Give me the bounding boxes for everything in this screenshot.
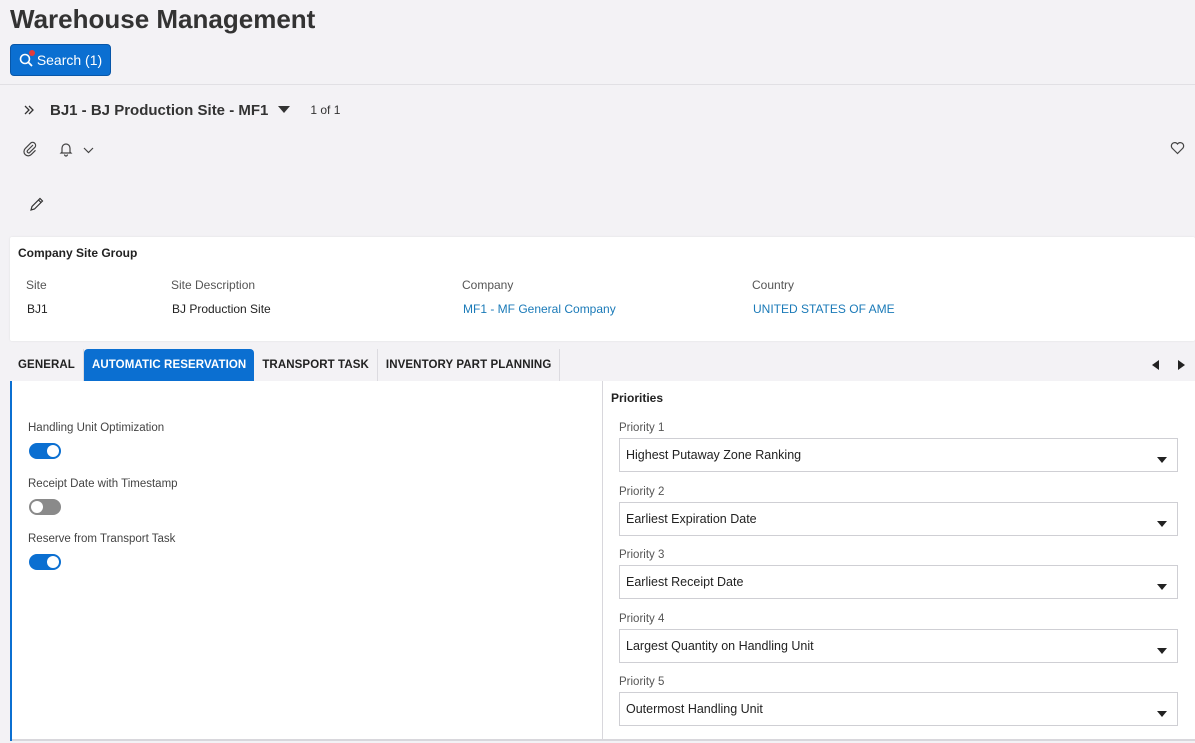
pencil-icon[interactable] xyxy=(26,194,46,214)
tab-content-automatic-reservation: Handling Unit Optimization Receipt Date … xyxy=(10,381,1195,741)
chevron-down-icon[interactable] xyxy=(80,142,96,158)
tab-bar: GENERAL AUTOMATIC RESERVATION TRANSPORT … xyxy=(10,349,561,381)
country-link[interactable]: UNITED STATES OF AME xyxy=(753,302,895,316)
bell-icon[interactable] xyxy=(56,139,76,159)
search-icon xyxy=(19,50,35,67)
priority-2-value: Earliest Expiration Date xyxy=(626,512,757,526)
tab-general[interactable]: GENERAL xyxy=(10,349,84,381)
priority-4-value: Largest Quantity on Handling Unit xyxy=(626,639,814,653)
priority-3-select[interactable]: Earliest Receipt Date xyxy=(619,565,1178,599)
priority-2-select[interactable]: Earliest Expiration Date xyxy=(619,502,1178,536)
site-description-value: BJ Production Site xyxy=(172,302,271,316)
handling-unit-optimization-label: Handling Unit Optimization xyxy=(28,422,165,434)
arrow-left-icon[interactable] xyxy=(1149,357,1161,373)
priority-5-label: Priority 5 xyxy=(619,676,665,688)
content-bottom-border xyxy=(12,739,1195,741)
priority-1-value: Highest Putaway Zone Ranking xyxy=(626,448,802,462)
caret-down-icon xyxy=(1157,706,1167,720)
site-value: BJ1 xyxy=(27,302,48,316)
priority-5-value: Outermost Handling Unit xyxy=(626,702,763,716)
receipt-date-with-timestamp-label: Receipt Date with Timestamp xyxy=(28,478,178,490)
tab-inventory-part-planning[interactable]: INVENTORY PART PLANNING xyxy=(377,349,561,381)
header-divider xyxy=(0,84,1195,85)
tab-transport-task[interactable]: TRANSPORT TASK xyxy=(254,349,378,381)
priority-1-select[interactable]: Highest Putaway Zone Ranking xyxy=(619,438,1178,472)
priority-5-select[interactable]: Outermost Handling Unit xyxy=(619,692,1178,726)
record-title[interactable]: BJ1 - BJ Production Site - MF1 xyxy=(50,102,268,119)
receipt-date-with-timestamp-toggle[interactable] xyxy=(29,499,61,515)
company-site-group-panel: Company Site Group Site BJ1 Site Descrip… xyxy=(10,237,1195,341)
page-title: Warehouse Management xyxy=(10,4,316,34)
reserve-from-transport-task-label: Reserve from Transport Task xyxy=(28,533,176,545)
caret-down-icon[interactable] xyxy=(278,101,291,119)
caret-down-icon xyxy=(1157,516,1167,530)
record-count: 1 of 1 xyxy=(310,103,341,117)
column-divider xyxy=(602,381,603,741)
priority-3-value: Earliest Receipt Date xyxy=(626,575,744,589)
caret-down-icon xyxy=(1157,579,1167,593)
priority-3-label: Priority 3 xyxy=(619,549,665,561)
record-selector: BJ1 - BJ Production Site - MF1 1 of 1 xyxy=(20,98,340,122)
priority-4-label: Priority 4 xyxy=(619,613,665,625)
priorities-title: Priorities xyxy=(611,391,664,405)
tab-scroll-controls xyxy=(1149,357,1187,373)
reserve-from-transport-task-toggle[interactable] xyxy=(29,554,61,570)
heart-icon[interactable] xyxy=(1166,138,1188,158)
handling-unit-optimization-toggle[interactable] xyxy=(29,443,61,459)
caret-down-icon xyxy=(1157,643,1167,657)
caret-down-icon xyxy=(1157,452,1167,466)
arrow-right-icon[interactable] xyxy=(1175,357,1187,373)
search-button-label: Search (1) xyxy=(36,52,103,68)
site-description-label: Site Description xyxy=(171,278,256,292)
company-link[interactable]: MF1 - MF General Company xyxy=(463,302,616,316)
site-label: Site xyxy=(26,278,47,292)
expand-icon[interactable] xyxy=(20,101,38,119)
country-label: Country xyxy=(752,278,795,292)
search-button[interactable]: Search (1) xyxy=(10,44,111,76)
priority-4-select[interactable]: Largest Quantity on Handling Unit xyxy=(619,629,1178,663)
priority-1-label: Priority 1 xyxy=(619,422,665,434)
tab-automatic-reservation[interactable]: AUTOMATIC RESERVATION xyxy=(83,349,255,381)
panel-title: Company Site Group xyxy=(18,246,138,260)
company-label: Company xyxy=(462,278,514,292)
priority-2-label: Priority 2 xyxy=(619,486,665,498)
paperclip-icon[interactable] xyxy=(20,139,40,159)
